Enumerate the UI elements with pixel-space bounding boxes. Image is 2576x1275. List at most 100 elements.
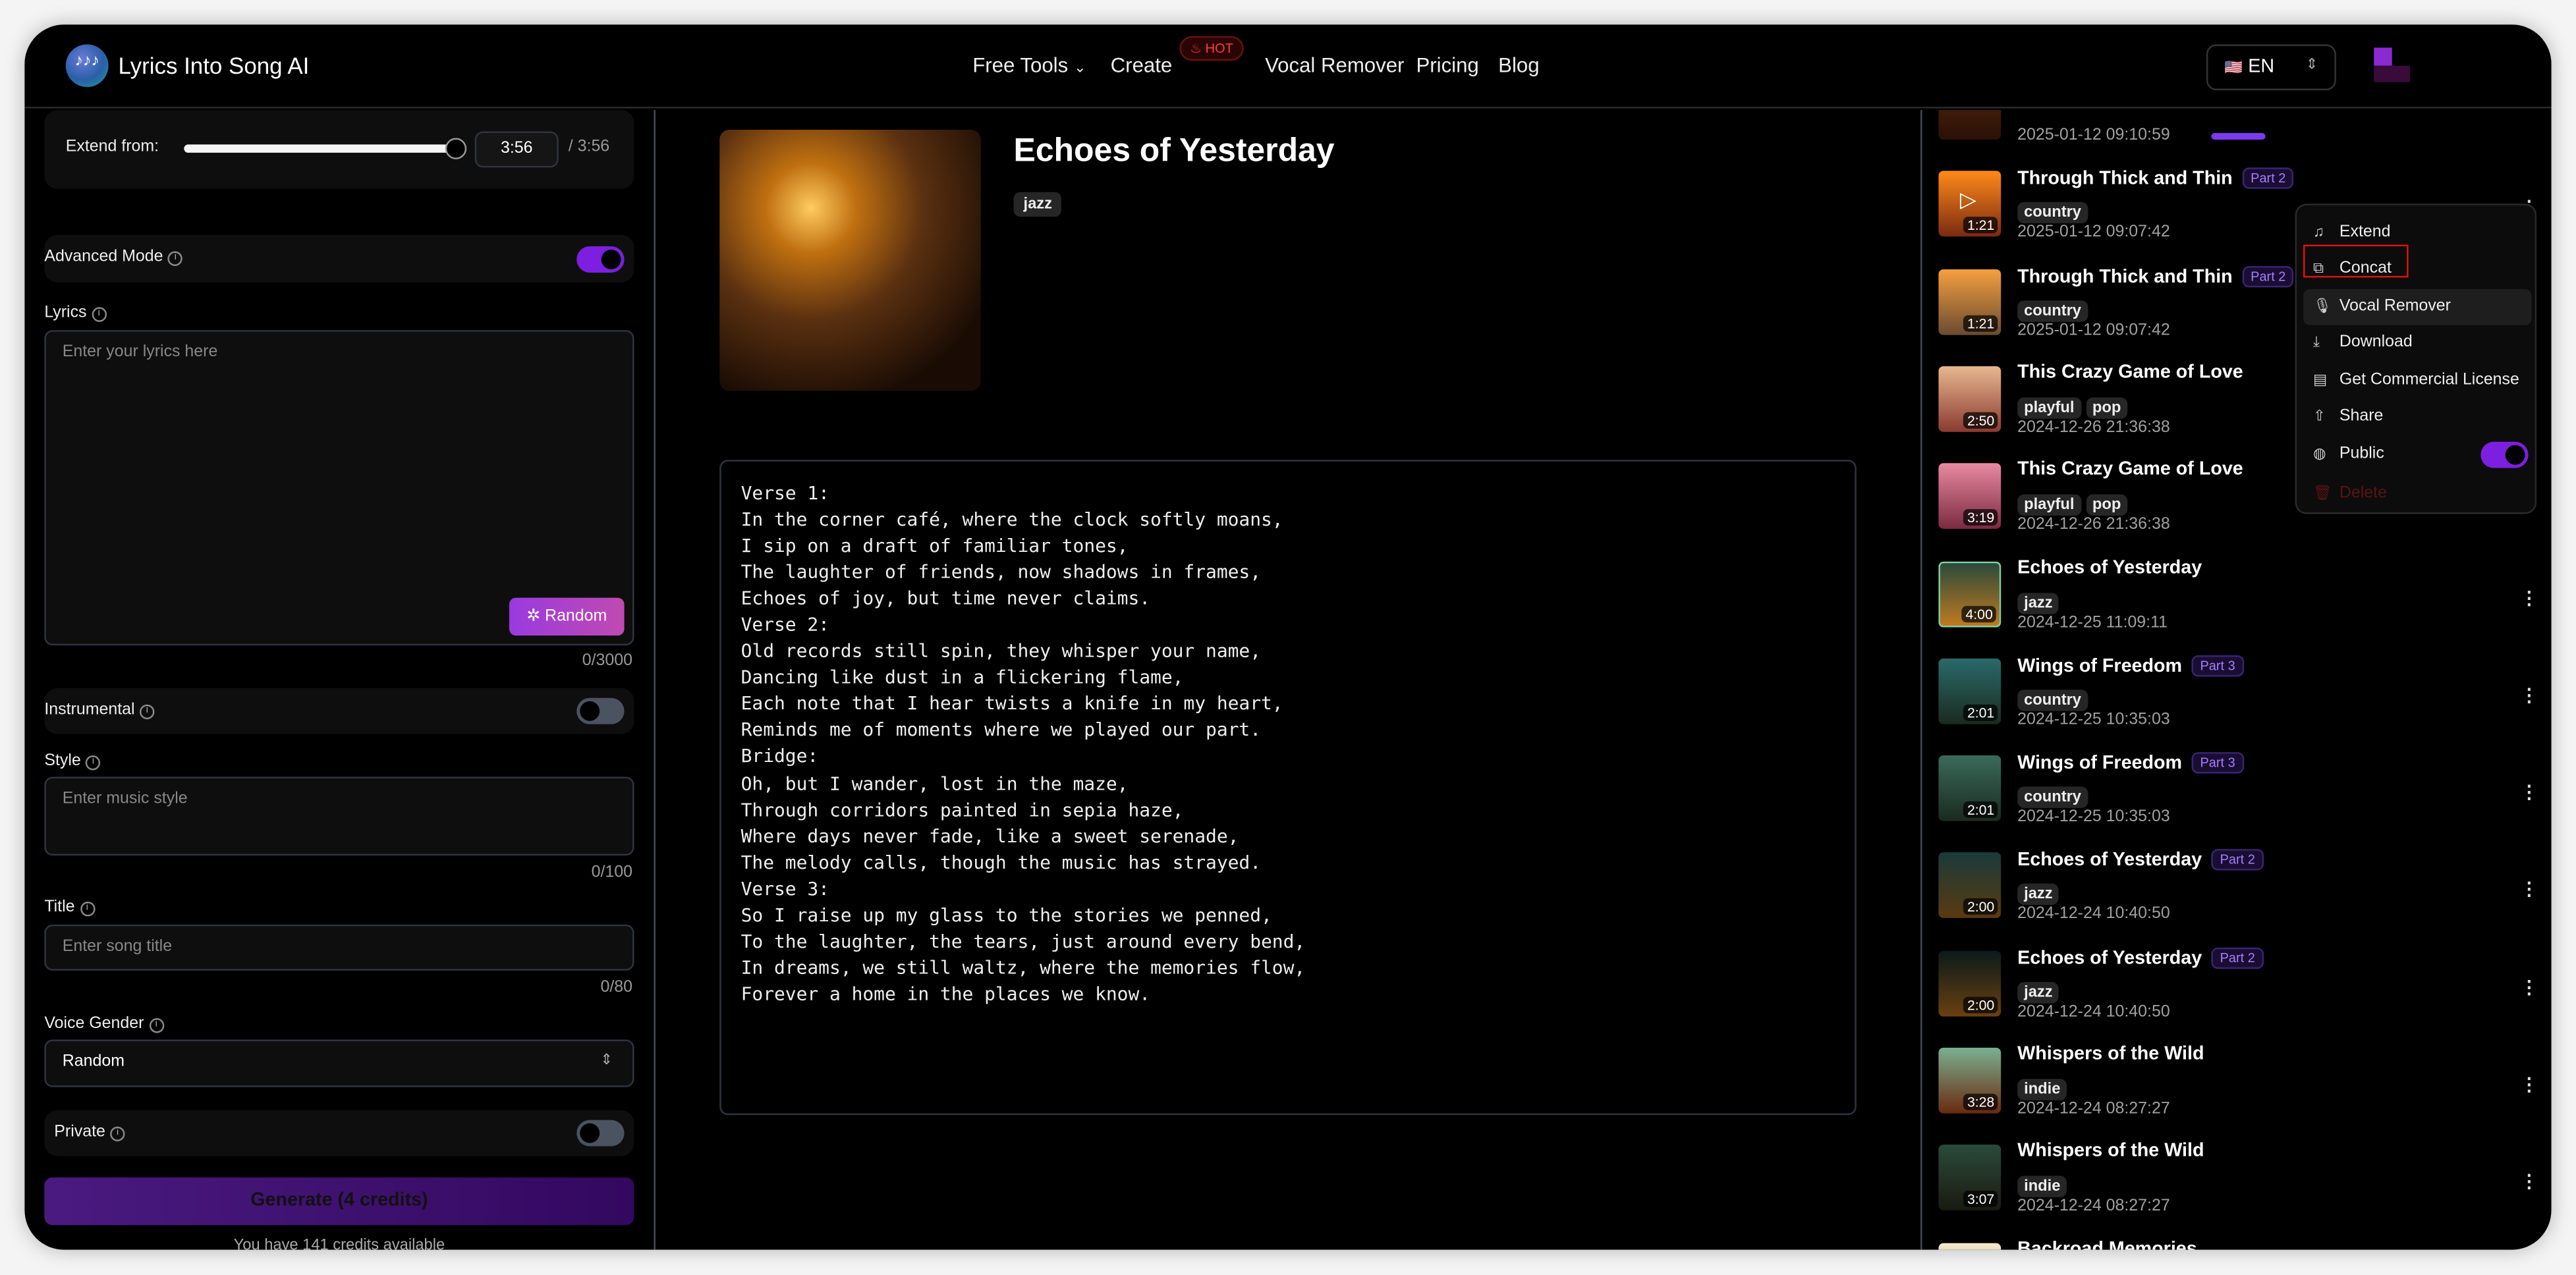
more-options-icon[interactable]: ⋮ (2520, 879, 2538, 901)
song-title[interactable]: Echoes of Yesterday (2017, 558, 2202, 578)
song-tag[interactable]: country (2017, 202, 2088, 224)
song-title[interactable]: Echoes of Yesterday (2017, 949, 2202, 969)
song-thumbnail[interactable]: 2:00 (1938, 950, 2002, 1016)
info-icon[interactable]: i (168, 251, 183, 266)
song-tag[interactable]: playful (2017, 495, 2081, 516)
song-tag[interactable]: jazz (1013, 192, 1062, 217)
menu-item-download[interactable]: ⤓ Download (2303, 325, 2532, 362)
advanced-mode-toggle[interactable] (576, 246, 625, 273)
nav-free-tools[interactable]: Free Tools ⌄ (972, 54, 1086, 77)
info-icon[interactable]: i (80, 901, 95, 917)
song-tag[interactable]: indie (2017, 1079, 2067, 1100)
song-list-item[interactable]: 2:01 Wings of Freedom Part 3 country 2024-12… (1938, 655, 2546, 740)
nav-vocal-remover[interactable]: Vocal Remover (1265, 54, 1404, 77)
info-icon[interactable]: i (92, 307, 107, 322)
song-list-item[interactable]: 2025-01-12 09:10:59 (1938, 110, 2546, 156)
song-tag[interactable]: pop (2085, 397, 2128, 419)
song-thumbnail[interactable]: 3:19 (1938, 463, 2002, 529)
song-tag[interactable]: jazz (2017, 884, 2059, 906)
song-thumbnail[interactable]: 4:00 (1938, 560, 2002, 627)
menu-item-share[interactable]: ⇧ Share (2303, 399, 2532, 435)
more-options-icon[interactable]: ⋮ (2520, 587, 2538, 609)
song-tag[interactable]: country (2017, 300, 2088, 321)
generate-button[interactable]: Generate (4 credits) (44, 1177, 634, 1226)
song-tag[interactable]: jazz (2017, 981, 2059, 1003)
more-options-icon[interactable]: ⋮ (2520, 782, 2538, 803)
slider-handle[interactable] (445, 138, 467, 159)
song-list-item[interactable]: 4:00 Echoes of Yesterday jazz 2024-12-25 11… (1938, 558, 2546, 643)
play-icon[interactable]: ▷ (1960, 188, 1976, 214)
extend-slider[interactable] (184, 138, 467, 159)
song-thumbnail[interactable]: 3:28 (1938, 1047, 2002, 1114)
menu-item-label: Public (2339, 445, 2384, 464)
instrumental-toggle[interactable] (576, 697, 625, 724)
song-title[interactable]: This Crazy Game of Love (2017, 460, 2243, 480)
more-options-icon[interactable]: ⋮ (2520, 977, 2538, 998)
chevron-down-icon: ⌄ (1073, 59, 1086, 76)
song-tag[interactable]: country (2017, 689, 2088, 711)
more-options-icon[interactable]: ⋮ (2520, 1074, 2538, 1095)
part-badge: Part 2 (2212, 850, 2264, 871)
song-tag[interactable]: playful (2017, 397, 2081, 419)
public-toggle[interactable] (2480, 441, 2529, 468)
song-list-item[interactable]: 3:28 Whispers of the Wild indie 2024-12-24 … (1938, 1044, 2546, 1130)
style-textarea[interactable]: Enter music style (44, 776, 634, 856)
song-thumbnail[interactable] (1938, 1242, 2002, 1250)
song-tag[interactable]: jazz (2017, 591, 2059, 614)
style-placeholder: Enter music style (62, 790, 188, 808)
song-list-item[interactable]: 2:00 Echoes of Yesterday Part 2 jazz 2024-12… (1938, 850, 2546, 935)
song-title[interactable]: Through Thick and Thin (2017, 170, 2233, 190)
song-title[interactable]: Through Thick and Thin (2017, 267, 2233, 286)
song-tag[interactable]: indie (2017, 1176, 2067, 1198)
song-list-item[interactable]: 3:07 Whispers of the Wild indie 2024-12-24 … (1938, 1142, 2546, 1228)
extend-time-input[interactable]: 3:56 (474, 131, 559, 168)
more-options-icon[interactable]: ⋮ (2520, 684, 2538, 706)
info-icon[interactable]: i (140, 704, 155, 720)
nav-create[interactable]: Create (1111, 54, 1173, 77)
song-tag[interactable]: country (2017, 786, 2088, 809)
song-list-item[interactable]: 2:00 Echoes of Yesterday Part 2 jazz 2024-12… (1938, 947, 2546, 1033)
song-title[interactable]: Whispers of the Wild (2017, 1142, 2204, 1162)
voice-gender-select[interactable]: Random ⇕ (44, 1039, 634, 1087)
sparkle-icon: ✲ (526, 607, 541, 626)
song-title[interactable]: Whispers of the Wild (2017, 1044, 2204, 1064)
avatar[interactable] (2374, 47, 2411, 82)
menu-item-public[interactable]: ◍ Public (2303, 437, 2532, 473)
song-title[interactable]: Wings of Freedom (2017, 657, 2182, 676)
more-options-icon[interactable]: ⋮ (2520, 1172, 2538, 1193)
menu-item-get-commercial-license[interactable]: ▤ Get Commercial License (2303, 363, 2532, 399)
extend-label: Extend from: (65, 138, 159, 156)
song-thumbnail[interactable]: 3:07 (1938, 1145, 2002, 1211)
song-title[interactable]: This Crazy Game of Love (2017, 363, 2243, 383)
menu-item-delete[interactable]: 🗑 Delete (2303, 476, 2532, 512)
song-thumbnail[interactable]: 1:21 (1938, 268, 2002, 335)
song-date: 2024-12-25 10:35:03 (2017, 808, 2170, 827)
private-toggle[interactable] (576, 1120, 625, 1147)
trash-icon: 🗑 (2312, 484, 2332, 501)
song-list-item[interactable]: Backroad Memoriescountry⋮ (1938, 1239, 2546, 1250)
song-thumbnail[interactable]: ▷ 1:21 (1938, 171, 2002, 237)
song-thumbnail[interactable] (1938, 110, 2002, 140)
random-label: Random (545, 607, 607, 626)
song-tag[interactable]: pop (2085, 495, 2128, 516)
title-input[interactable]: Enter song title (44, 924, 634, 971)
random-button[interactable]: ✲ Random (509, 597, 625, 636)
app-title[interactable]: Lyrics Into Song AI (119, 53, 310, 79)
song-thumbnail[interactable]: 2:01 (1938, 755, 2002, 822)
song-title[interactable]: Wings of Freedom (2017, 754, 2182, 774)
nav-pricing[interactable]: Pricing (1416, 54, 1478, 77)
song-title[interactable]: Echoes of Yesterday (2017, 852, 2202, 871)
language-select[interactable]: 🇺🇸 EN ⇕ (2206, 44, 2336, 91)
info-icon[interactable]: i (110, 1126, 125, 1142)
menu-item-vocal-remover[interactable]: 🎙 Vocal Remover (2303, 288, 2532, 325)
song-date: 2024-12-24 10:40:50 (2017, 1002, 2170, 1021)
nav-blog[interactable]: Blog (1498, 54, 1539, 77)
song-thumbnail[interactable]: 2:50 (1938, 366, 2002, 432)
info-icon[interactable]: i (86, 755, 101, 771)
info-icon[interactable]: i (148, 1018, 164, 1033)
song-thumbnail[interactable]: 2:01 (1938, 658, 2002, 724)
song-thumbnail[interactable]: 2:00 (1938, 853, 2002, 919)
song-list-item[interactable]: 2:01 Wings of Freedom Part 3 country 2024-12… (1938, 752, 2546, 838)
song-title[interactable]: Backroad Memories (2017, 1239, 2197, 1250)
logo[interactable]: ♪♪♪ (65, 44, 109, 88)
